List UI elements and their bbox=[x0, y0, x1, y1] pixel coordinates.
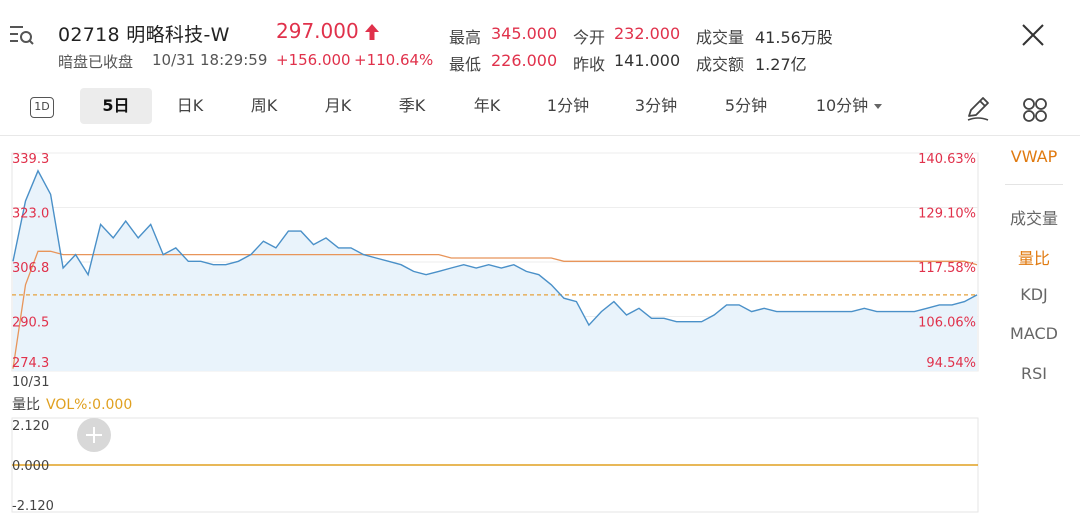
y-tick-label-right: 117.58% bbox=[918, 261, 976, 276]
indicator-volume[interactable]: 成交量 bbox=[1005, 205, 1063, 229]
indicator-volume-ratio[interactable]: 量比 bbox=[1005, 245, 1063, 269]
y-tick-label-right: 94.54% bbox=[926, 356, 976, 371]
volume-ratio-chart[interactable]: 量比 VOL%:0.000 2.120 0.000 -2.120 bbox=[0, 390, 1000, 520]
low-label: 最低 bbox=[449, 55, 482, 74]
tab-year-k[interactable]: 年K bbox=[465, 88, 509, 124]
panel-label: 量比 bbox=[12, 397, 40, 413]
y-tick-label-left: 339.3 bbox=[12, 152, 49, 167]
y-tick-label-right: 140.63% bbox=[918, 152, 976, 167]
high-value: 345.000 bbox=[491, 24, 558, 43]
tab-day-k[interactable]: 日K bbox=[168, 88, 212, 124]
y-tick-label-right: 129.10% bbox=[918, 207, 976, 222]
tab-1d[interactable]: 1D bbox=[30, 97, 54, 118]
draw-pencil-icon[interactable] bbox=[964, 95, 992, 123]
indicator-divider bbox=[1005, 184, 1063, 185]
y-tick-label-left: 274.3 bbox=[12, 356, 49, 371]
turnover-label: 成交额 bbox=[696, 55, 745, 74]
panel-legend: VOL%:0.000 bbox=[46, 397, 132, 413]
y-tick-label-left: 323.0 bbox=[12, 207, 49, 222]
tab-3-min[interactable]: 3分钟 bbox=[628, 88, 684, 124]
volume-label: 成交量 bbox=[696, 28, 745, 47]
y-tick-label-left: 0.000 bbox=[12, 459, 49, 474]
quote-datetime: 10/31 18:29:59 bbox=[152, 51, 268, 69]
prev-close-label: 昨收 bbox=[573, 55, 606, 74]
price-area bbox=[13, 170, 977, 371]
tab-week-k[interactable]: 周K bbox=[242, 88, 286, 124]
period-tabs: 1D 5日 日K 周K 月K 季K 年K 1分钟 3分钟 5分钟 10分钟 bbox=[0, 88, 1080, 128]
indicator-vwap[interactable]: VWAP bbox=[1005, 147, 1063, 166]
tab-10-min-label: 10分钟 bbox=[815, 96, 869, 115]
price-change: +156.000 bbox=[276, 51, 351, 69]
header-divider bbox=[0, 135, 1080, 136]
volume-value: 41.56万股 bbox=[755, 28, 833, 47]
indicator-kdj[interactable]: KDJ bbox=[1005, 285, 1063, 304]
y-tick-label-right: 106.06% bbox=[918, 316, 976, 331]
y-tick-label-left: 290.5 bbox=[12, 316, 49, 331]
open-label: 今开 bbox=[573, 28, 606, 47]
open-value: 232.000 bbox=[614, 24, 681, 43]
y-tick-label-left: 306.8 bbox=[12, 261, 49, 276]
tab-1-min[interactable]: 1分钟 bbox=[540, 88, 596, 124]
market-status: 暗盘已收盘 bbox=[58, 53, 134, 71]
quote-header: 02718 明略科技-W 297.000 暗盘已收盘 10/31 18:29:5… bbox=[0, 0, 1080, 84]
indicator-rsi[interactable]: RSI bbox=[1005, 364, 1063, 383]
y-tick-label-left: 2.120 bbox=[12, 419, 49, 434]
tab-quarter-k[interactable]: 季K bbox=[390, 88, 434, 124]
stock-title: 02718 明略科技-W bbox=[58, 24, 230, 46]
tab-10-min-dropdown[interactable]: 10分钟 bbox=[812, 88, 886, 124]
price-chart[interactable]: 339.3 323.0 306.8 290.5 274.3 140.63% 129.10% 1… bbox=[0, 140, 1000, 390]
tab-5-day[interactable]: 5日 bbox=[80, 88, 152, 124]
low-value: 226.000 bbox=[491, 51, 558, 70]
list-search-icon[interactable] bbox=[9, 24, 35, 46]
x-tick-label: 10/31 bbox=[12, 375, 49, 390]
add-indicator-button[interactable] bbox=[77, 418, 111, 452]
last-price: 297.000 bbox=[276, 19, 359, 43]
up-arrow-icon bbox=[365, 24, 379, 40]
close-icon[interactable] bbox=[1019, 21, 1047, 49]
indicator-macd[interactable]: MACD bbox=[1005, 324, 1063, 343]
tab-5-min[interactable]: 5分钟 bbox=[718, 88, 774, 124]
chevron-down-icon bbox=[874, 104, 883, 109]
tab-month-k[interactable]: 月K bbox=[316, 88, 360, 124]
high-label: 最高 bbox=[449, 28, 482, 47]
turnover-value: 1.27亿 bbox=[755, 55, 807, 74]
layout-grid-icon[interactable] bbox=[1022, 97, 1048, 123]
y-tick-label-left: -2.120 bbox=[12, 499, 54, 514]
price-change-pct: +110.64% bbox=[354, 51, 434, 69]
prev-close-value: 141.000 bbox=[614, 51, 681, 70]
